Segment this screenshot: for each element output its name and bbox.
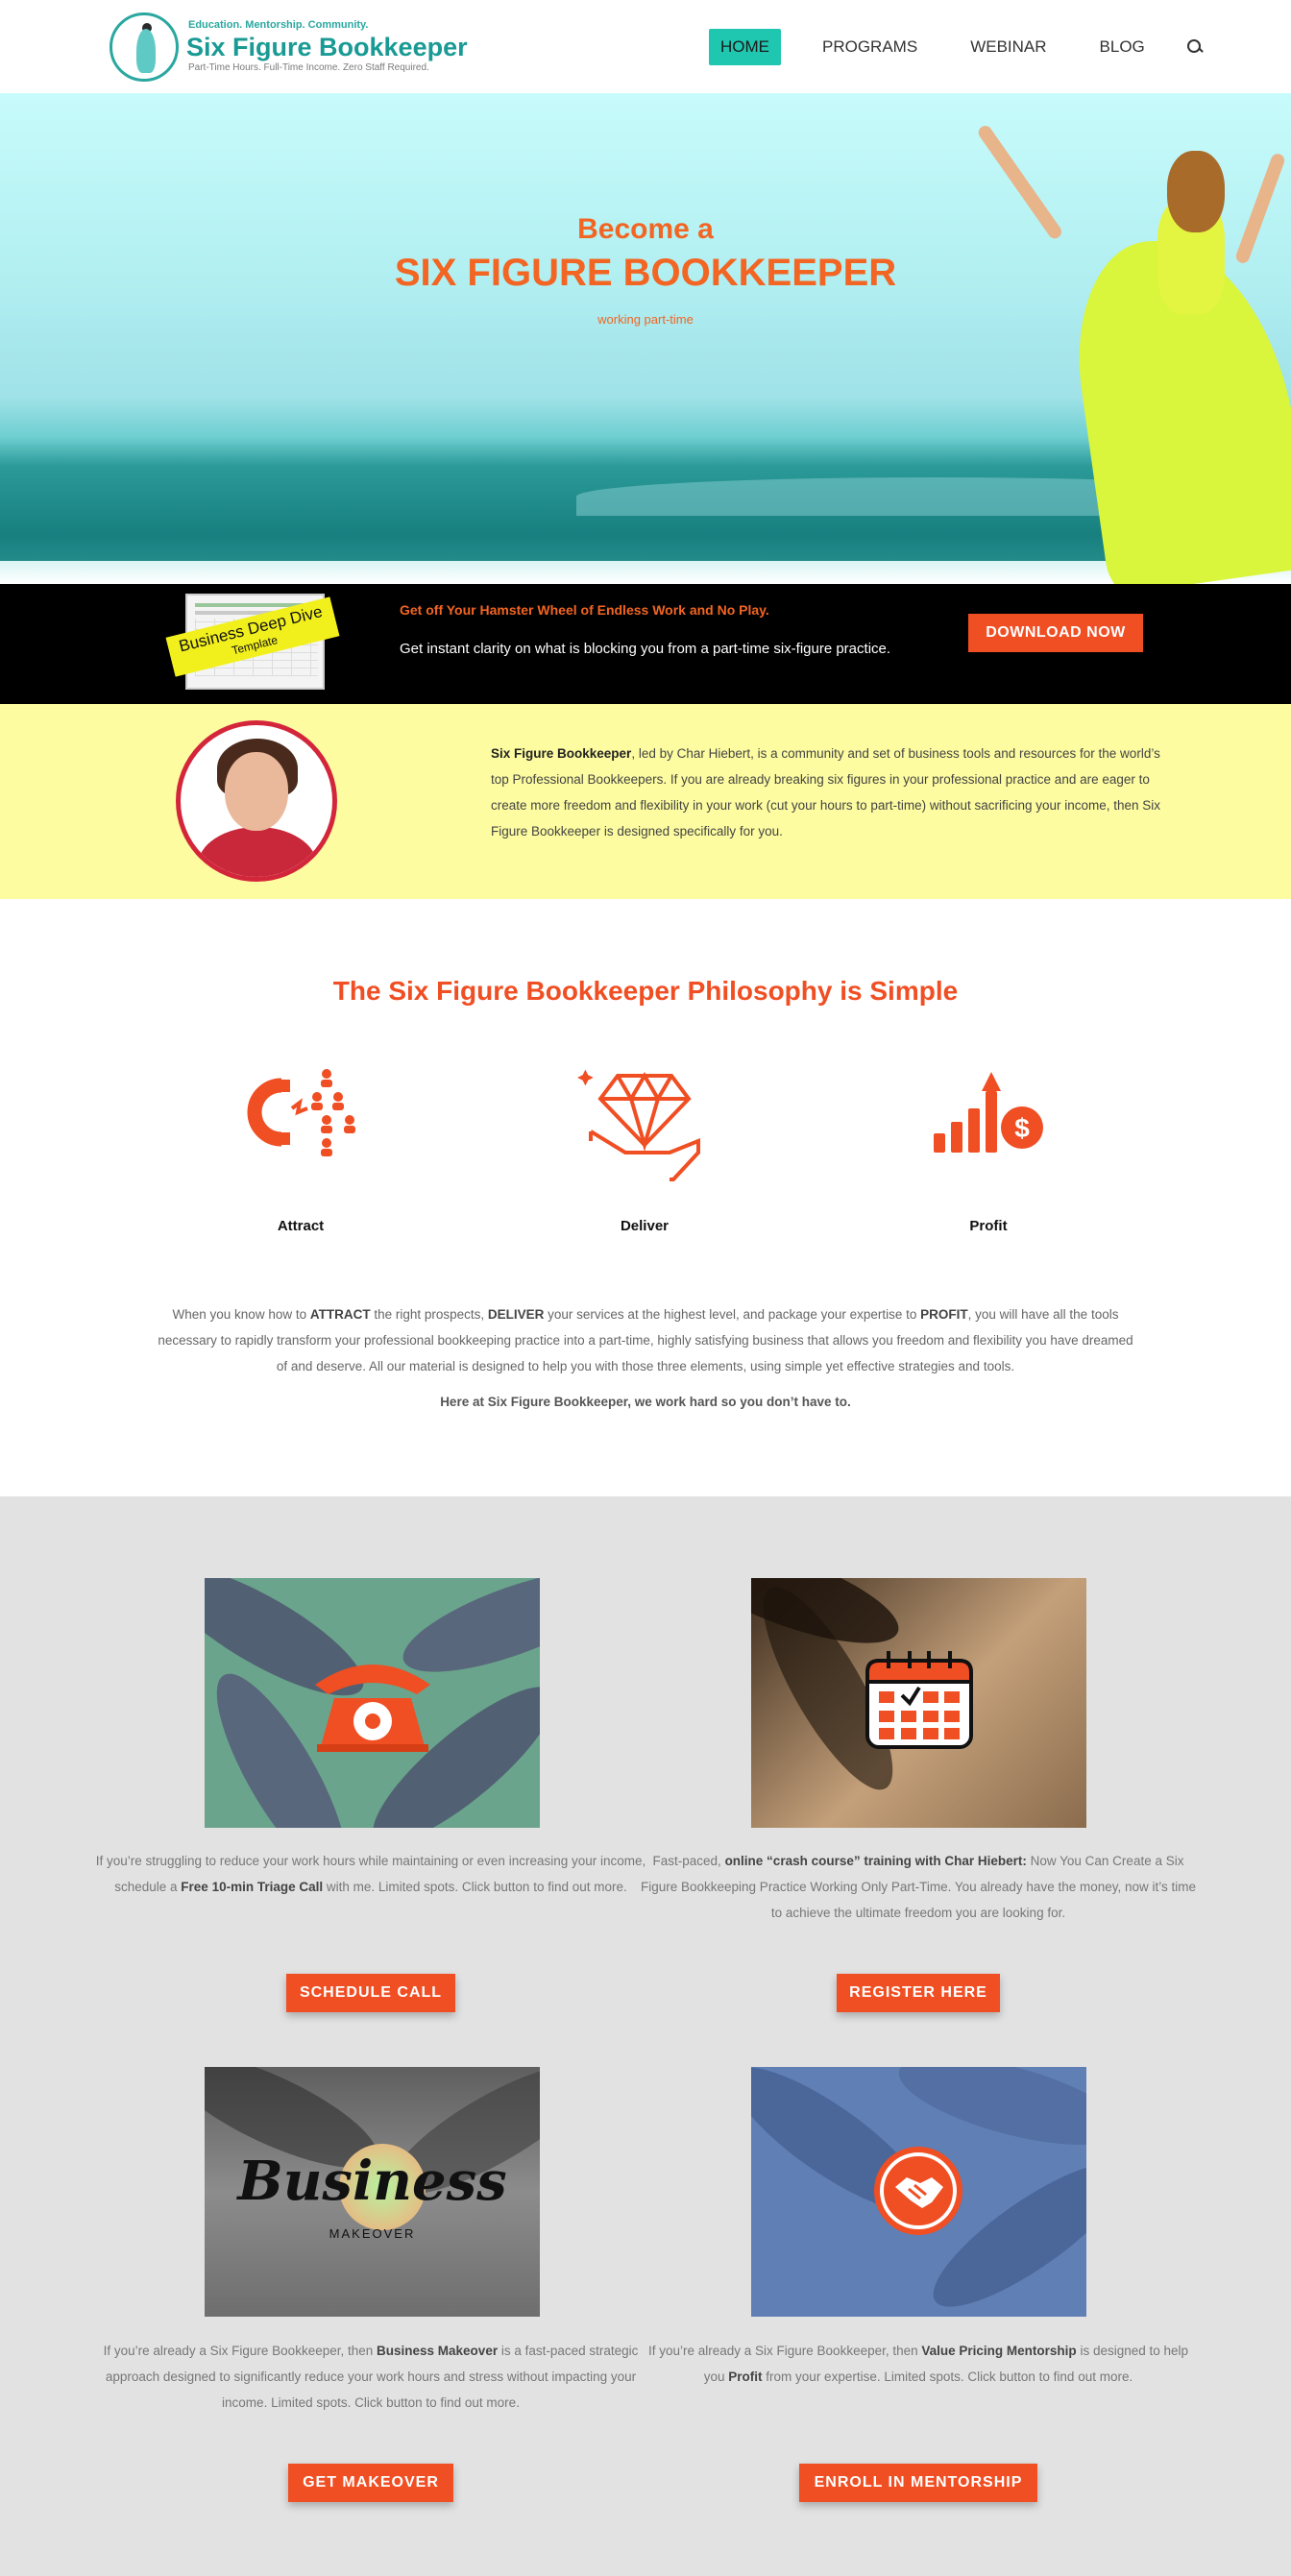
cta-headline: Get off Your Hamster Wheel of Endless Wo… — [400, 602, 769, 618]
nav-programs[interactable]: PROGRAMS — [811, 29, 929, 65]
handshake-icon — [874, 2147, 962, 2235]
offer-text-mentorship: If you’re already a Six Figure Bookkeepe… — [647, 2344, 1189, 2384]
search-icon[interactable] — [1186, 38, 1204, 56]
nav-blog[interactable]: BLOG — [1088, 29, 1157, 65]
schedule-call-button[interactable]: SCHEDULE CALL — [286, 1974, 455, 2012]
cta-text: Get instant clarity on what is blocking … — [400, 641, 891, 657]
philosophy-text: When you know how to ATTRACT the right p… — [158, 1307, 1133, 1373]
pillar-profit: $ Profit — [873, 1064, 1104, 1256]
calendar-check-icon — [865, 1651, 973, 1749]
enroll-mentorship-button[interactable]: ENROLL IN MENTORSHIP — [799, 2464, 1037, 2502]
svg-text:$: $ — [1014, 1113, 1030, 1143]
offer-text-training: Fast-paced, online “crash course” traini… — [640, 1854, 1197, 1920]
pillar-attract-label: Attract — [277, 1218, 325, 1234]
logo-subline: Part-Time Hours. Full-Time Income. Zero … — [188, 62, 429, 73]
offer-text-call: If you’re struggling to reduce your work… — [95, 1854, 646, 1894]
main-nav: HOME PROGRAMS WEBINAR BLOG — [709, 29, 1204, 65]
hero-pretitle: Become a — [577, 213, 714, 245]
pillar-profit-label: Profit — [969, 1218, 1008, 1234]
hero-title: SIX FIGURE BOOKKEEPER — [394, 252, 897, 294]
magnet-people-icon — [247, 1069, 355, 1156]
offer-image-makeover[interactable]: Business MAKEOVER — [205, 2067, 540, 2317]
philosophy-title: The Six Figure Bookkeeper Philosophy is … — [332, 976, 959, 1006]
site-logo[interactable]: Education. Mentorship. Community. Six Fi… — [110, 10, 468, 83]
intro-section: Six Figure Bookkeeper, led by Char Hiebe… — [0, 704, 1291, 899]
logo-emblem — [110, 12, 179, 82]
makeover-image-subtitle: MAKEOVER — [329, 2226, 416, 2241]
offer-image-training[interactable] — [751, 1578, 1086, 1828]
pillar-deliver: Deliver — [529, 1064, 760, 1256]
logo-tagline: Education. Mentorship. Community. — [188, 19, 369, 31]
offer-text-makeover: If you’re already a Six Figure Bookkeepe… — [103, 2344, 639, 2410]
get-makeover-button[interactable]: GET MAKEOVER — [288, 2464, 453, 2502]
pillar-deliver-label: Deliver — [620, 1218, 670, 1234]
hero-banner — [0, 93, 1291, 584]
offer-image-mentorship[interactable] — [751, 2067, 1086, 2317]
hero-subtitle: working part-time — [597, 312, 694, 327]
pillar-attract: Attract — [185, 1064, 416, 1256]
diamond-hand-icon — [577, 1069, 700, 1181]
download-now-button[interactable]: DOWNLOAD NOW — [968, 614, 1143, 652]
intro-text: Six Figure Bookkeeper, led by Char Hiebe… — [491, 746, 1161, 838]
nav-webinar[interactable]: WEBINAR — [959, 29, 1058, 65]
lead-magnet-bar: Business Deep Dive Template Get off Your… — [0, 584, 1291, 704]
register-here-button[interactable]: REGISTER HERE — [837, 1974, 1000, 2012]
philosophy-closing: Here at Six Figure Bookkeeper, we work h… — [440, 1395, 851, 1409]
nav-home[interactable]: HOME — [709, 29, 781, 65]
offers-section: If you’re struggling to reduce your work… — [0, 1496, 1291, 2576]
telephone-icon — [315, 1665, 430, 1752]
makeover-image-title: Business — [237, 2150, 507, 2213]
avatar — [176, 720, 337, 882]
offer-image-call[interactable] — [205, 1578, 540, 1828]
site-header: Education. Mentorship. Community. Six Fi… — [0, 0, 1291, 93]
intro-brand: Six Figure Bookkeeper — [491, 746, 632, 761]
growth-dollar-icon: $ — [934, 1072, 1043, 1153]
logo-name: Six Figure Bookkeeper — [186, 33, 468, 61]
